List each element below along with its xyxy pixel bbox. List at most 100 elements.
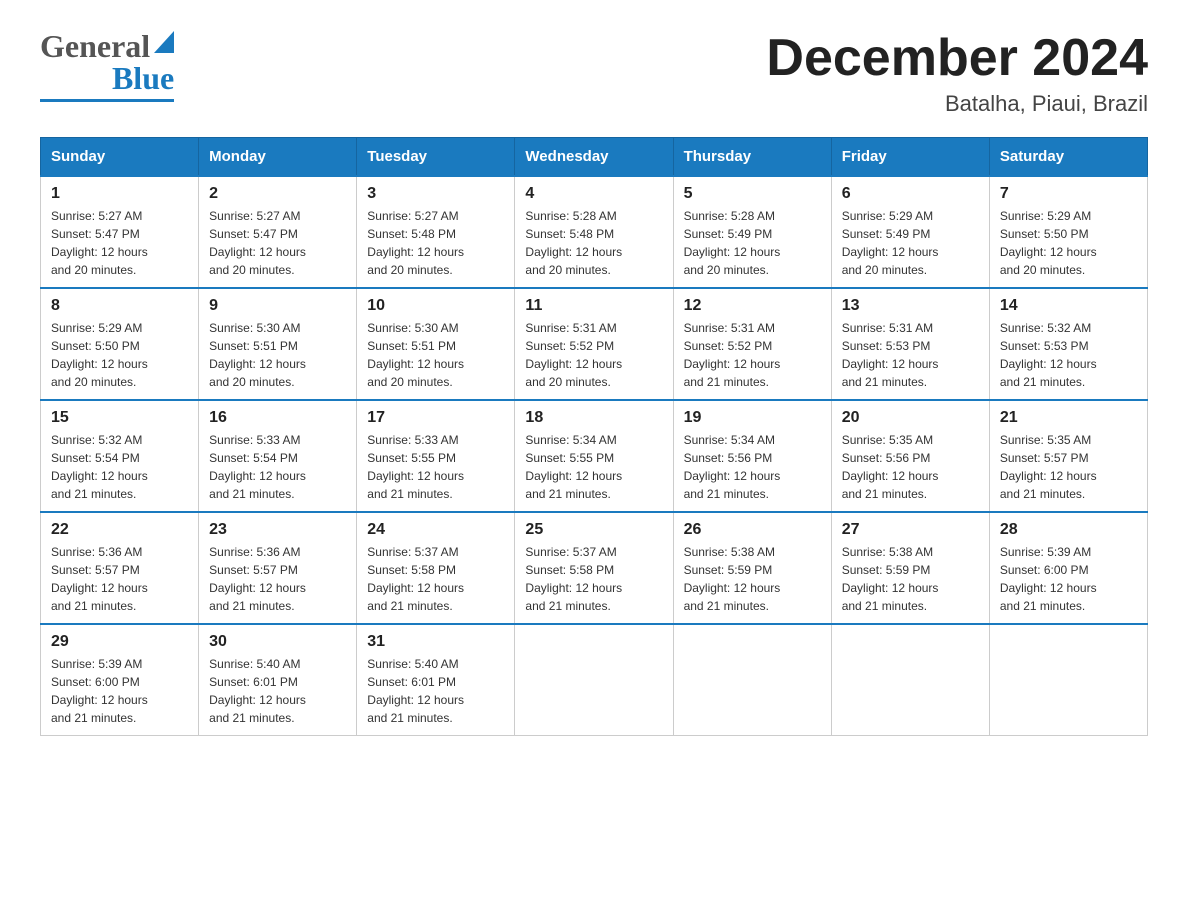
day-info: Sunrise: 5:39 AMSunset: 6:00 PMDaylight:… (1000, 543, 1137, 615)
day-number: 31 (367, 633, 504, 651)
day-number: 8 (51, 297, 188, 315)
day-number: 7 (1000, 185, 1137, 203)
calendar-table: SundayMondayTuesdayWednesdayThursdayFrid… (40, 137, 1148, 736)
day-cell-12: 12 Sunrise: 5:31 AMSunset: 5:52 PMDayligh… (673, 288, 831, 400)
day-cell-30: 30 Sunrise: 5:40 AMSunset: 6:01 PMDayligh… (199, 624, 357, 736)
day-info: Sunrise: 5:31 AMSunset: 5:52 PMDaylight:… (684, 319, 821, 391)
week-row-1: 1 Sunrise: 5:27 AMSunset: 5:47 PMDaylight… (41, 176, 1148, 288)
day-number: 26 (684, 521, 821, 539)
day-cell-31: 31 Sunrise: 5:40 AMSunset: 6:01 PMDayligh… (357, 624, 515, 736)
day-cell-11: 11 Sunrise: 5:31 AMSunset: 5:52 PMDayligh… (515, 288, 673, 400)
day-info: Sunrise: 5:35 AMSunset: 5:57 PMDaylight:… (1000, 431, 1137, 503)
empty-cell (989, 624, 1147, 736)
day-number: 29 (51, 633, 188, 651)
day-number: 1 (51, 185, 188, 203)
day-cell-16: 16 Sunrise: 5:33 AMSunset: 5:54 PMDayligh… (199, 400, 357, 512)
day-info: Sunrise: 5:27 AMSunset: 5:48 PMDaylight:… (367, 207, 504, 279)
day-number: 22 (51, 521, 188, 539)
day-info: Sunrise: 5:31 AMSunset: 5:52 PMDaylight:… (525, 319, 662, 391)
day-info: Sunrise: 5:27 AMSunset: 5:47 PMDaylight:… (51, 207, 188, 279)
day-number: 21 (1000, 409, 1137, 427)
day-cell-18: 18Sunrise: 5:34 AMSunset: 5:55 PMDayligh… (515, 400, 673, 512)
column-header-thursday: Thursday (673, 138, 831, 177)
day-info: Sunrise: 5:29 AMSunset: 5:50 PMDaylight:… (1000, 207, 1137, 279)
day-info: Sunrise: 5:32 AMSunset: 5:54 PMDaylight:… (51, 431, 188, 503)
day-info: Sunrise: 5:40 AMSunset: 6:01 PMDaylight:… (209, 655, 346, 727)
day-info: Sunrise: 5:36 AMSunset: 5:57 PMDaylight:… (209, 543, 346, 615)
day-number: 12 (684, 297, 821, 315)
day-cell-13: 13 Sunrise: 5:31 AMSunset: 5:53 PMDayligh… (831, 288, 989, 400)
day-info: Sunrise: 5:39 AMSunset: 6:00 PMDaylight:… (51, 655, 188, 727)
day-info: Sunrise: 5:28 AMSunset: 5:49 PMDaylight:… (684, 207, 821, 279)
day-number: 25 (525, 521, 662, 539)
day-number: 4 (525, 185, 662, 203)
week-row-3: 15 Sunrise: 5:32 AMSunset: 5:54 PMDayligh… (41, 400, 1148, 512)
day-number: 24 (367, 521, 504, 539)
day-info: Sunrise: 5:34 AMSunset: 5:56 PMDaylight:… (684, 431, 821, 503)
day-number: 5 (684, 185, 821, 203)
column-header-monday: Monday (199, 138, 357, 177)
day-info: Sunrise: 5:37 AMSunset: 5:58 PMDaylight:… (367, 543, 504, 615)
day-number: 11 (525, 297, 662, 315)
week-row-2: 8 Sunrise: 5:29 AMSunset: 5:50 PMDaylight… (41, 288, 1148, 400)
logo: General Blue (40, 30, 174, 102)
day-info: Sunrise: 5:40 AMSunset: 6:01 PMDaylight:… (367, 655, 504, 727)
day-cell-21: 21 Sunrise: 5:35 AMSunset: 5:57 PMDayligh… (989, 400, 1147, 512)
day-number: 28 (1000, 521, 1137, 539)
day-info: Sunrise: 5:29 AMSunset: 5:50 PMDaylight:… (51, 319, 188, 391)
day-cell-27: 27 Sunrise: 5:38 AMSunset: 5:59 PMDayligh… (831, 512, 989, 624)
day-cell-1: 1 Sunrise: 5:27 AMSunset: 5:47 PMDaylight… (41, 176, 199, 288)
day-cell-6: 6 Sunrise: 5:29 AMSunset: 5:49 PMDaylight… (831, 176, 989, 288)
day-number: 17 (367, 409, 504, 427)
column-header-wednesday: Wednesday (515, 138, 673, 177)
column-header-saturday: Saturday (989, 138, 1147, 177)
day-info: Sunrise: 5:30 AMSunset: 5:51 PMDaylight:… (209, 319, 346, 391)
day-number: 3 (367, 185, 504, 203)
day-cell-4: 4Sunrise: 5:28 AMSunset: 5:48 PMDaylight… (515, 176, 673, 288)
day-info: Sunrise: 5:27 AMSunset: 5:47 PMDaylight:… (209, 207, 346, 279)
week-row-4: 22 Sunrise: 5:36 AMSunset: 5:57 PMDayligh… (41, 512, 1148, 624)
day-info: Sunrise: 5:38 AMSunset: 5:59 PMDaylight:… (842, 543, 979, 615)
page-header: General Blue December 2024 Batalha, Piau… (40, 30, 1148, 117)
day-info: Sunrise: 5:36 AMSunset: 5:57 PMDaylight:… (51, 543, 188, 615)
day-cell-15: 15 Sunrise: 5:32 AMSunset: 5:54 PMDayligh… (41, 400, 199, 512)
day-number: 13 (842, 297, 979, 315)
day-cell-7: 7 Sunrise: 5:29 AMSunset: 5:50 PMDaylight… (989, 176, 1147, 288)
day-info: Sunrise: 5:31 AMSunset: 5:53 PMDaylight:… (842, 319, 979, 391)
day-cell-5: 5 Sunrise: 5:28 AMSunset: 5:49 PMDaylight… (673, 176, 831, 288)
empty-cell (515, 624, 673, 736)
week-row-5: 29 Sunrise: 5:39 AMSunset: 6:00 PMDayligh… (41, 624, 1148, 736)
day-number: 6 (842, 185, 979, 203)
day-number: 27 (842, 521, 979, 539)
day-number: 2 (209, 185, 346, 203)
day-cell-8: 8 Sunrise: 5:29 AMSunset: 5:50 PMDaylight… (41, 288, 199, 400)
day-cell-22: 22 Sunrise: 5:36 AMSunset: 5:57 PMDayligh… (41, 512, 199, 624)
day-number: 15 (51, 409, 188, 427)
empty-cell (831, 624, 989, 736)
day-number: 23 (209, 521, 346, 539)
day-cell-3: 3 Sunrise: 5:27 AMSunset: 5:48 PMDaylight… (357, 176, 515, 288)
day-cell-29: 29 Sunrise: 5:39 AMSunset: 6:00 PMDayligh… (41, 624, 199, 736)
day-number: 10 (367, 297, 504, 315)
day-cell-10: 10 Sunrise: 5:30 AMSunset: 5:51 PMDayligh… (357, 288, 515, 400)
column-header-sunday: Sunday (41, 138, 199, 177)
column-header-tuesday: Tuesday (357, 138, 515, 177)
day-info: Sunrise: 5:29 AMSunset: 5:49 PMDaylight:… (842, 207, 979, 279)
day-info: Sunrise: 5:30 AMSunset: 5:51 PMDaylight:… (367, 319, 504, 391)
day-cell-24: 24 Sunrise: 5:37 AMSunset: 5:58 PMDayligh… (357, 512, 515, 624)
page-title: December 2024 (766, 30, 1148, 87)
day-cell-26: 26 Sunrise: 5:38 AMSunset: 5:59 PMDayligh… (673, 512, 831, 624)
day-info: Sunrise: 5:33 AMSunset: 5:54 PMDaylight:… (209, 431, 346, 503)
day-number: 19 (684, 409, 821, 427)
day-number: 30 (209, 633, 346, 651)
logo-divider (40, 99, 174, 102)
day-cell-23: 23 Sunrise: 5:36 AMSunset: 5:57 PMDayligh… (199, 512, 357, 624)
day-cell-2: 2 Sunrise: 5:27 AMSunset: 5:47 PMDaylight… (199, 176, 357, 288)
day-info: Sunrise: 5:38 AMSunset: 5:59 PMDaylight:… (684, 543, 821, 615)
logo-general-text: General (40, 30, 150, 62)
day-number: 16 (209, 409, 346, 427)
day-cell-17: 17Sunrise: 5:33 AMSunset: 5:55 PMDayligh… (357, 400, 515, 512)
day-cell-9: 9Sunrise: 5:30 AMSunset: 5:51 PMDaylight… (199, 288, 357, 400)
day-number: 20 (842, 409, 979, 427)
day-cell-25: 25Sunrise: 5:37 AMSunset: 5:58 PMDayligh… (515, 512, 673, 624)
